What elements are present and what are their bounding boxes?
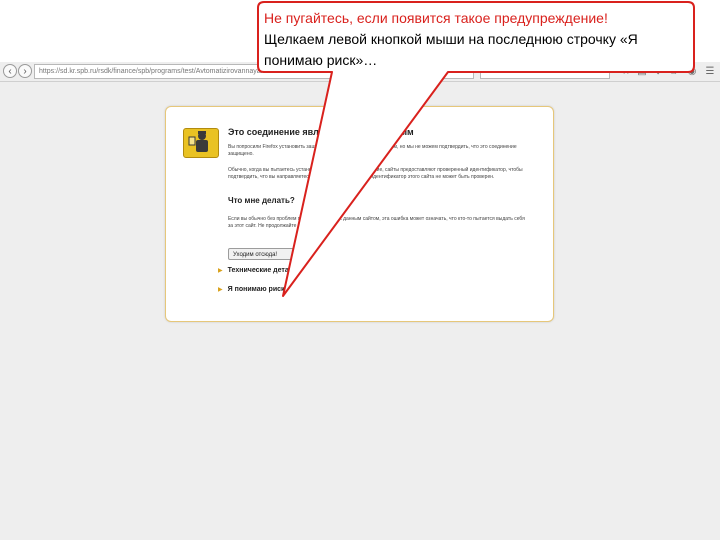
callout-line-3: понимаю риск»… bbox=[264, 52, 378, 68]
speech-callout bbox=[257, 1, 695, 297]
callout-line-1: Не пугайтесь, если появится такое предуп… bbox=[264, 10, 608, 26]
callout-text: Не пугайтесь, если появится такое предуп… bbox=[264, 8, 714, 71]
callout-line-2: Щелкаем левой кнопкой мыши на последнюю … bbox=[264, 31, 638, 47]
